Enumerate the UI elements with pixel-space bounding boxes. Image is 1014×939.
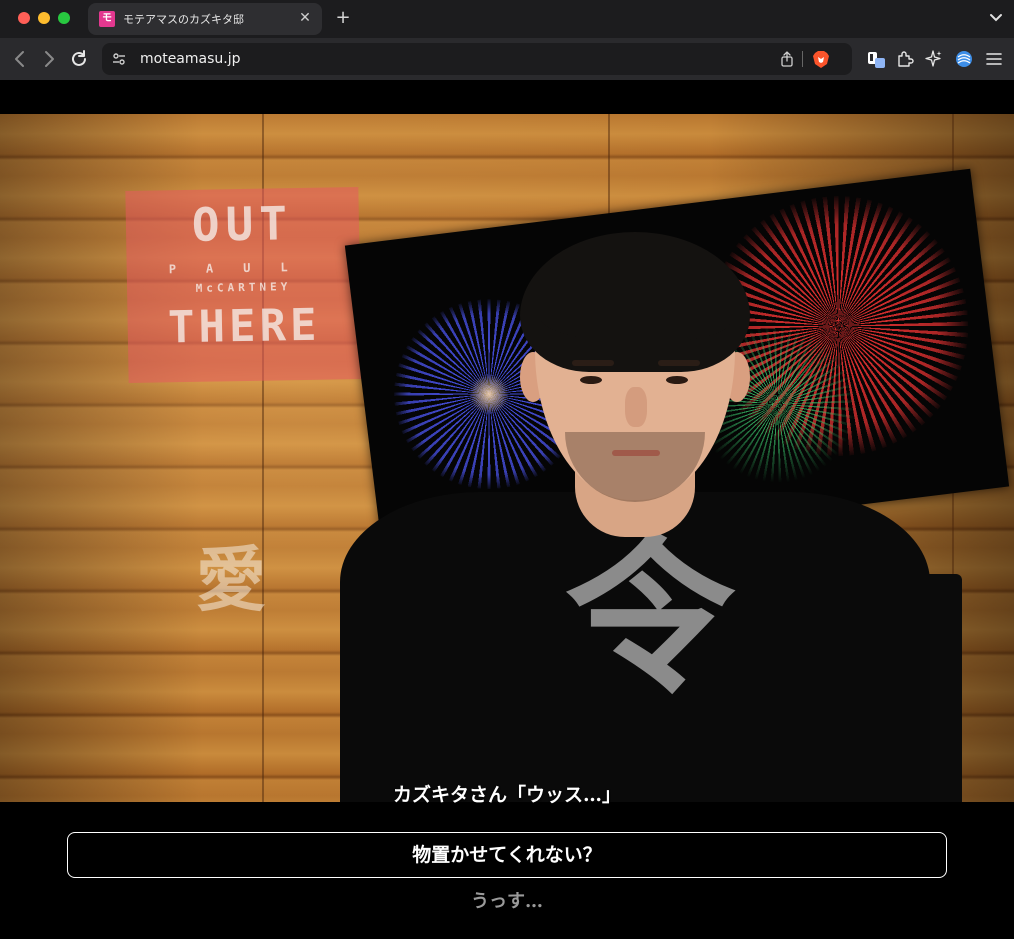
poster-text: THERE <box>167 299 321 354</box>
address-bar[interactable]: moteamasu.jp <box>102 43 852 75</box>
browser-tab-bar: モ モテアマスのカズキタ邸 ✕ + <box>0 0 1014 38</box>
share-icon[interactable] <box>779 51 795 67</box>
mouth <box>612 450 660 456</box>
eye <box>666 376 688 384</box>
choice-button-secondary[interactable]: うっす… <box>67 888 947 916</box>
eyebrow <box>572 360 614 366</box>
new-tab-button[interactable]: + <box>334 7 352 29</box>
character-kazukita: 令 <box>340 232 930 802</box>
eyebrow <box>658 360 700 366</box>
wall-kanji: 愛 <box>196 538 266 621</box>
shirt-kanji: 令 <box>565 517 736 717</box>
poster-text: PAUL <box>168 259 318 277</box>
layers-icon[interactable] <box>954 49 974 69</box>
tab-close-icon[interactable]: ✕ <box>296 9 314 27</box>
close-window-button[interactable] <box>18 12 30 24</box>
site-favicon-icon: モ <box>99 11 115 27</box>
forward-button[interactable] <box>38 48 60 70</box>
eye <box>580 376 602 384</box>
back-button[interactable] <box>9 48 31 70</box>
url-text[interactable]: moteamasu.jp <box>140 51 241 67</box>
site-settings-icon[interactable] <box>112 52 126 66</box>
browser-tab-active[interactable]: モ モテアマスのカズキタ邸 ✕ <box>88 3 322 35</box>
nose <box>625 387 647 427</box>
poster-text: OUT <box>191 196 294 252</box>
puzzle-icon[interactable] <box>895 49 915 69</box>
url-divider <box>802 51 803 67</box>
brave-lion-icon[interactable] <box>812 50 830 69</box>
reload-button[interactable] <box>68 48 90 70</box>
browser-toolbar: moteamasu.jp <box>0 38 1014 80</box>
minimize-window-button[interactable] <box>38 12 50 24</box>
game-page: OUT PAUL McCARTNEY THERE 愛 令 カズキタさん「ウッス…… <box>0 80 1014 939</box>
fullscreen-window-button[interactable] <box>58 12 70 24</box>
wallet-extension-icon[interactable] <box>866 49 886 69</box>
hamburger-menu-icon[interactable] <box>984 49 1004 69</box>
dialogue-line: カズキタさん「ウッス…」 <box>392 784 621 806</box>
poster-text: McCARTNEY <box>195 280 292 295</box>
wall-poster: OUT PAUL McCARTNEY THERE <box>125 186 362 384</box>
hair-fringe <box>540 292 730 342</box>
tab-list-chevron-icon[interactable] <box>988 9 1004 25</box>
sparkle-icon[interactable] <box>924 49 944 69</box>
tab-title: モテアマスのカズキタ邸 <box>123 13 244 26</box>
choice-button-primary[interactable]: 物置かせてくれない？ <box>67 832 947 878</box>
game-scene: OUT PAUL McCARTNEY THERE 愛 令 <box>0 114 1014 802</box>
